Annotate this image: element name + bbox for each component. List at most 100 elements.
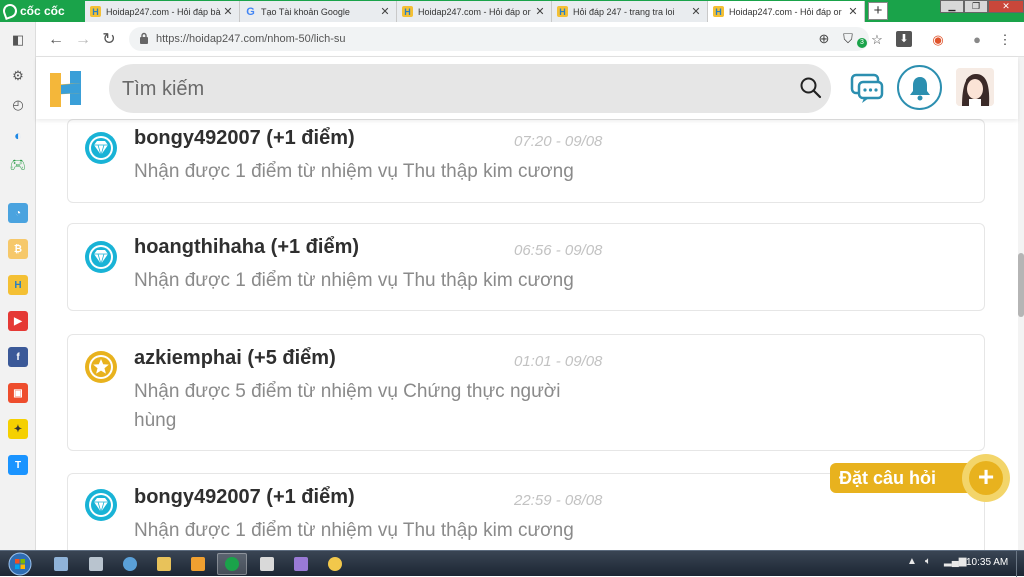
windows-start-icon[interactable] — [4, 552, 36, 576]
zoom-icon[interactable]: ⊕ — [815, 30, 833, 48]
app-icon — [89, 557, 103, 571]
history-item[interactable]: bongy492007 (+1 điểm) 07:20 - 09/08 Nhận… — [67, 119, 985, 203]
voucher-app-icon[interactable]: ✦ — [8, 419, 28, 439]
diamond-badge-icon — [85, 489, 117, 521]
tiki-icon[interactable]: T — [8, 455, 28, 475]
tab-strip: cốc cốc H Hoidap247.com - Hỏi đáp bà ✕ G… — [0, 0, 1024, 22]
messenger-icon[interactable]: ◐ — [8, 125, 28, 145]
bookmark-star-icon[interactable]: ☆ — [868, 31, 886, 49]
history-user: bongy492007 (+1 điểm) — [134, 127, 355, 149]
explorer-window-icon — [54, 557, 68, 571]
game-controller-icon[interactable]: 🎮︎ — [8, 155, 28, 175]
minimize-window-button[interactable]: ▁ — [940, 0, 964, 13]
coccoc-extension-icon[interactable]: ◉ — [929, 31, 947, 49]
taskbar-app[interactable] — [149, 553, 179, 575]
close-tab-icon[interactable]: ✕ — [848, 5, 858, 18]
avatar-image — [956, 68, 994, 106]
site-search-bar — [109, 64, 831, 113]
notification-button[interactable] — [897, 65, 942, 110]
hoidap247-logo[interactable] — [50, 71, 84, 107]
tab-title: Tạo Tài khoản Google — [261, 6, 350, 17]
bell-icon — [910, 77, 930, 101]
close-tab-icon[interactable]: ✕ — [223, 5, 233, 18]
star-badge-icon — [85, 351, 117, 383]
tab-title: Hoidap247.com - Hỏi đáp bà — [106, 6, 221, 17]
settings-gear-icon[interactable]: ⚙ — [8, 66, 28, 86]
diamond-badge-icon — [85, 241, 117, 273]
history-icon[interactable]: ◴ — [8, 95, 28, 115]
history-time: 07:20 - 09/08 — [514, 133, 603, 150]
taskbar-app[interactable] — [252, 553, 282, 575]
taskbar-app[interactable] — [115, 553, 145, 575]
browser-tab[interactable]: H Hỏi đáp 247 - trang tra loi ✕ — [552, 1, 708, 22]
hoidap-icon: H — [402, 6, 413, 17]
site-header — [36, 57, 1018, 119]
app-icon — [294, 557, 308, 571]
taskbar-app[interactable] — [286, 553, 316, 575]
taskbar-app[interactable] — [183, 553, 213, 575]
profile-icon[interactable]: ● — [968, 31, 986, 49]
close-window-button[interactable]: ✕ — [988, 0, 1024, 13]
taskbar-app[interactable] — [46, 553, 76, 575]
hoidap-icon: H — [557, 6, 568, 17]
new-tab-button[interactable]: + — [868, 2, 888, 20]
browser-logo[interactable]: cốc cốc — [1, 2, 65, 20]
tab-title: Hoidap247.com - Hỏi đáp or — [418, 6, 531, 17]
history-user: hoangthihaha (+1 điểm) — [134, 236, 360, 258]
url-text: https://hoidap247.com/nhom-50/lich-su — [156, 33, 346, 45]
history-description: Nhận được 1 điểm từ nhiệm vụ Thu thập ki… — [134, 520, 574, 541]
address-bar[interactable]: https://hoidap247.com/nhom-50/lich-su ⊕ … — [129, 27, 869, 51]
close-tab-icon[interactable]: ✕ — [380, 5, 390, 18]
facebook-icon[interactable]: f — [8, 347, 28, 367]
history-description: Nhận được 1 điểm từ nhiệm vụ Thu thập ki… — [134, 270, 574, 291]
taskbar-clock[interactable]: 10:35 AM — [966, 557, 1008, 568]
bitcoin-app-icon[interactable]: ₿ — [8, 239, 28, 259]
hoidap-icon: H — [90, 6, 101, 17]
browser-tab[interactable]: G Tạo Tài khoản Google ✕ — [240, 1, 397, 22]
ask-question-button[interactable]: Đặt câu hỏi + — [830, 454, 1012, 502]
scrollbar-thumb[interactable] — [1018, 253, 1024, 317]
taskbar-app[interactable] — [81, 553, 111, 575]
history-description: Nhận được 5 điểm từ nhiệm vụ Chứng thực … — [134, 381, 561, 431]
menu-icon[interactable]: ⋮ — [996, 31, 1014, 49]
network-icon[interactable]: ▂▄▆ — [944, 556, 966, 567]
browser-brand: cốc cốc — [20, 4, 65, 18]
download-icon[interactable]: ⬇ — [896, 31, 912, 47]
back-arrow-icon[interactable]: ← — [46, 30, 66, 50]
shopee-icon[interactable]: ▣ — [8, 383, 28, 403]
taskbar-app-active[interactable] — [217, 553, 247, 575]
coccoc-leaf-icon — [1, 2, 19, 20]
volume-icon[interactable]: 🔈︎ — [925, 556, 931, 567]
chat-icon[interactable] — [850, 71, 884, 105]
show-desktop-button[interactable] — [1016, 551, 1024, 577]
history-time: 06:56 - 09/08 — [514, 242, 603, 259]
coccoc-browser-icon — [225, 557, 239, 571]
hoidap-app-icon[interactable]: H — [8, 275, 28, 295]
forward-arrow-icon[interactable]: → — [73, 30, 93, 50]
history-user: bongy492007 (+1 điểm) — [134, 486, 355, 508]
maximize-window-button[interactable]: ❐ — [964, 0, 988, 13]
hoidap-icon: H — [713, 6, 724, 17]
youtube-icon[interactable]: ▶ — [8, 311, 28, 331]
app-shortcut-icon[interactable]: ◔ — [8, 203, 28, 223]
browser-tab[interactable]: H Hoidap247.com - Hỏi đáp bà ✕ — [85, 1, 240, 22]
user-avatar[interactable] — [956, 68, 994, 106]
sidebar-toggle-icon[interactable]: ◧ — [8, 30, 28, 50]
browser-tab-active[interactable]: H Hoidap247.com - Hỏi đáp or ✕ — [708, 1, 865, 22]
history-item[interactable]: hoangthihaha (+1 điểm) 06:56 - 09/08 Nhậ… — [67, 223, 985, 311]
tray-expand-icon[interactable]: ▲ — [907, 556, 917, 567]
browser-tab[interactable]: H Hoidap247.com - Hỏi đáp or ✕ — [397, 1, 552, 22]
search-input[interactable] — [122, 76, 762, 102]
app-icon — [328, 557, 342, 571]
close-tab-icon[interactable]: ✕ — [535, 5, 545, 18]
history-item[interactable]: azkiemphai (+5 điểm) 01:01 - 09/08 Nhận … — [67, 334, 985, 451]
extension-badge: 3 — [857, 38, 867, 48]
taskbar-app[interactable] — [320, 553, 350, 575]
media-player-icon — [191, 557, 205, 571]
extension-icon[interactable]: ⛉ — [839, 30, 857, 48]
close-tab-icon[interactable]: ✕ — [691, 5, 701, 18]
search-icon[interactable] — [799, 76, 823, 100]
page-scrollbar[interactable] — [1018, 57, 1024, 550]
reload-icon[interactable]: ↻ — [99, 30, 119, 50]
history-time: 01:01 - 09/08 — [514, 353, 603, 370]
